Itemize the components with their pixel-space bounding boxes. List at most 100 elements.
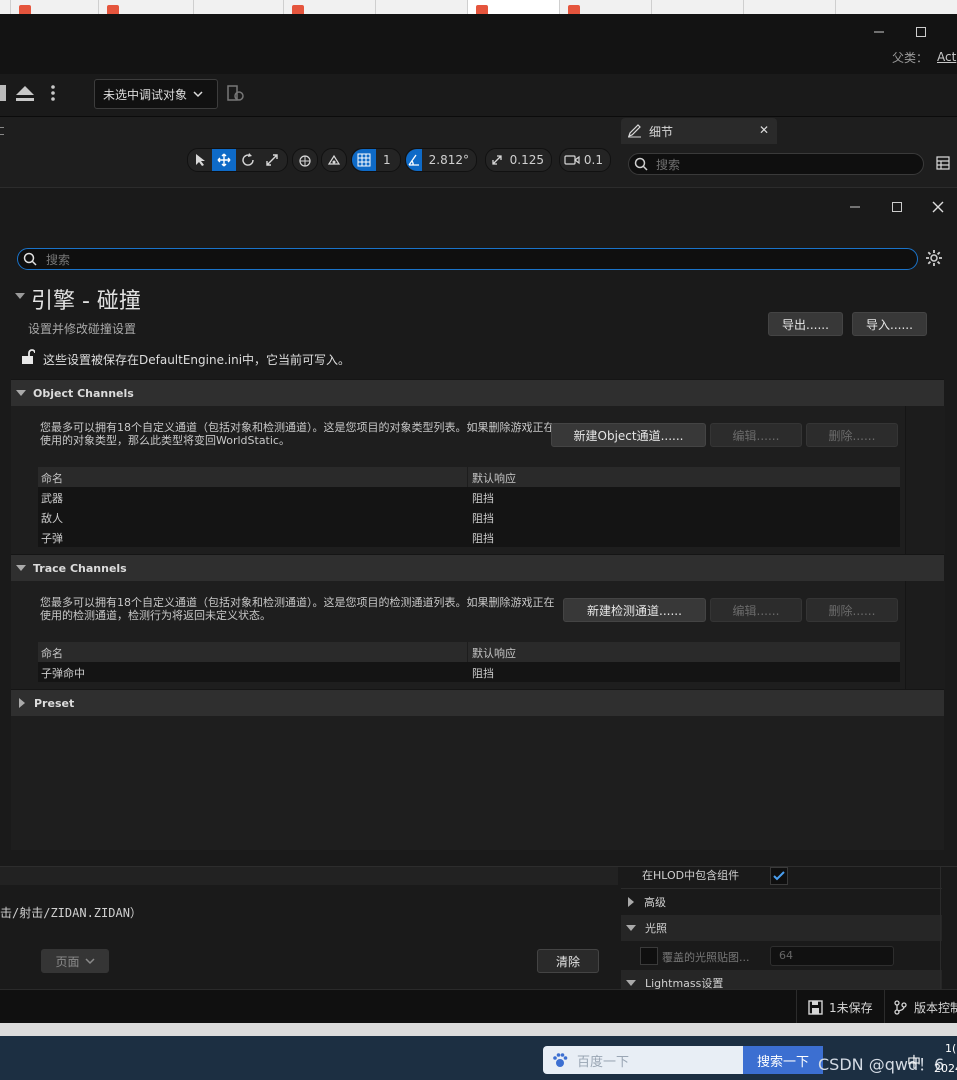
object-channels-header[interactable]: Object Channels (11, 379, 944, 406)
browser-tab[interactable] (10, 0, 99, 14)
baidu-paw-icon (553, 1053, 568, 1067)
new-object-channel-button[interactable]: 新建Object通道...... (551, 423, 706, 447)
column-response-header[interactable]: 默认响应 (472, 470, 516, 486)
close-tab-button[interactable]: ✕ (759, 123, 769, 137)
save-icon (808, 1000, 823, 1015)
edit-object-channel-button[interactable]: 编辑...... (710, 423, 802, 447)
import-button[interactable]: 导入...... (852, 312, 927, 336)
coordinate-space-button[interactable] (292, 148, 318, 172)
debug-filter-button[interactable] (227, 85, 245, 103)
object-channels-title: Object Channels (33, 386, 134, 400)
surface-snap-icon (322, 149, 346, 171)
channel-name: 敌人 (41, 512, 63, 525)
viewport-toolbar: 1 2.812° 0.125 0.1 (0, 117, 618, 187)
table-row[interactable]: 子弹 阻挡 (38, 527, 900, 547)
scale-tool-button[interactable] (260, 149, 284, 171)
browser-tab[interactable] (193, 0, 284, 14)
page-dropdown[interactable]: 页面 (41, 949, 109, 973)
move-tool-button[interactable] (212, 149, 236, 171)
filter-icon (227, 85, 244, 101)
modal-maximize-button[interactable] (877, 192, 917, 222)
browser-tab[interactable] (651, 0, 744, 14)
channel-response: 阻挡 (472, 512, 494, 525)
camera-speed-group[interactable]: 0.1 (559, 148, 611, 172)
advanced-category[interactable]: 高级 (621, 889, 942, 915)
clear-log-button[interactable]: 清除 (537, 949, 599, 973)
table-row[interactable]: 敌人 阻挡 (38, 507, 900, 527)
settings-gear-button[interactable] (925, 249, 943, 267)
ime-indicator[interactable]: 中 (907, 1052, 921, 1072)
maximize-icon (916, 27, 926, 37)
toolbar-button-partial[interactable] (0, 85, 6, 101)
unlock-icon (21, 349, 35, 365)
scale-snap-group[interactable]: 0.125 (485, 148, 552, 172)
maximize-button[interactable] (901, 17, 941, 47)
collapse-arrow-icon[interactable] (14, 291, 26, 301)
debug-object-dropdown[interactable]: 未选中调试对象 (94, 79, 218, 109)
chevron-down-icon (84, 958, 95, 965)
browser-tab-strip (0, 0, 957, 14)
lightmap-resolution-input[interactable]: 64 (770, 946, 894, 966)
unsaved-button[interactable]: 1未保存 (808, 999, 873, 1016)
table-row[interactable]: 武器 阻挡 (38, 487, 900, 507)
section-title: 引擎 - 碰撞 (31, 289, 141, 314)
tab-favicon-icon (568, 5, 580, 14)
grid-snap-group[interactable]: 1 (351, 148, 401, 172)
column-response-header[interactable]: 默认响应 (472, 645, 516, 661)
trace-channels-description: 您最多可以拥有18个自定义通道（包括对象和检测通道）。这是您项目的检测通道列表。… (40, 596, 555, 622)
tab-details[interactable]: 细节 ✕ (621, 118, 777, 144)
baidu-search-button[interactable]: 搜索一下 (743, 1046, 823, 1074)
camera-icon (560, 149, 584, 171)
rotate-tool-button[interactable] (236, 149, 260, 171)
project-settings-window: 搜索 引擎 - 碰撞 设置并修改碰撞设置 导出...... 导入...... 这… (0, 187, 957, 866)
browser-tab[interactable] (743, 0, 836, 14)
minimize-button[interactable] (859, 17, 899, 47)
parent-class-link[interactable]: Act (937, 50, 956, 64)
clock-date[interactable]: 2024 (934, 1062, 957, 1075)
lighting-category[interactable]: 光照 (621, 915, 942, 941)
trace-channels-header[interactable]: Trace Channels (11, 554, 944, 581)
browser-tab[interactable] (283, 0, 376, 14)
modal-minimize-button[interactable] (835, 192, 875, 222)
modal-close-button[interactable] (918, 192, 957, 222)
clock-time[interactable]: 1( (945, 1042, 956, 1055)
browser-tab[interactable] (559, 0, 652, 14)
column-name-header[interactable]: 命名 (41, 645, 63, 661)
surface-snap-button[interactable] (321, 148, 347, 172)
table-row[interactable]: 子弹命中 阻挡 (38, 662, 900, 682)
settings-search-input[interactable]: 搜索 (17, 248, 918, 270)
settings-search-placeholder: 搜索 (46, 252, 71, 267)
browser-tab-active[interactable] (467, 0, 560, 14)
grid-snap-value: 1 (383, 153, 391, 167)
edit-trace-channel-button[interactable]: 编辑...... (710, 598, 802, 622)
browser-tab[interactable] (375, 0, 468, 14)
lightmap-override-checkbox[interactable] (640, 947, 658, 965)
more-options-button[interactable] (44, 83, 62, 103)
parent-class-label: 父类： (892, 51, 929, 65)
browser-tab[interactable] (835, 0, 957, 14)
rotation-snap-group[interactable]: 2.812° (405, 148, 477, 172)
editor-status-bar: 1未保存 版本控制 (0, 989, 957, 1024)
view-options-button[interactable] (936, 156, 950, 170)
eject-button[interactable] (14, 83, 36, 103)
csdn-watermark: CSDN @qwd！6 (818, 1055, 945, 1074)
delete-object-channel-button[interactable]: 删除...... (806, 423, 898, 447)
delete-trace-channel-button[interactable]: 删除...... (806, 598, 898, 622)
browser-tab[interactable] (98, 0, 194, 14)
branch-icon (894, 1000, 907, 1015)
expand-arrow-icon (16, 565, 26, 571)
preset-header[interactable]: Preset (11, 689, 944, 716)
export-button[interactable]: 导出...... (768, 312, 843, 336)
details-search-input[interactable]: 搜索 (628, 153, 924, 175)
search-icon (634, 157, 648, 171)
section-subtitle: 设置并修改碰撞设置 (28, 322, 137, 336)
hlod-checkbox[interactable] (770, 867, 788, 885)
column-name-header[interactable]: 命名 (41, 470, 63, 486)
version-control-button[interactable]: 版本控制 (893, 999, 957, 1016)
new-trace-channel-button[interactable]: 新建检测通道...... (563, 598, 706, 622)
baidu-search-input[interactable]: 百度一下 (543, 1046, 743, 1074)
select-tool-button[interactable] (188, 149, 212, 171)
table-view-icon (936, 156, 950, 170)
hlod-label: 在HLOD中包含组件 (642, 869, 740, 882)
object-channels-side (905, 406, 945, 554)
